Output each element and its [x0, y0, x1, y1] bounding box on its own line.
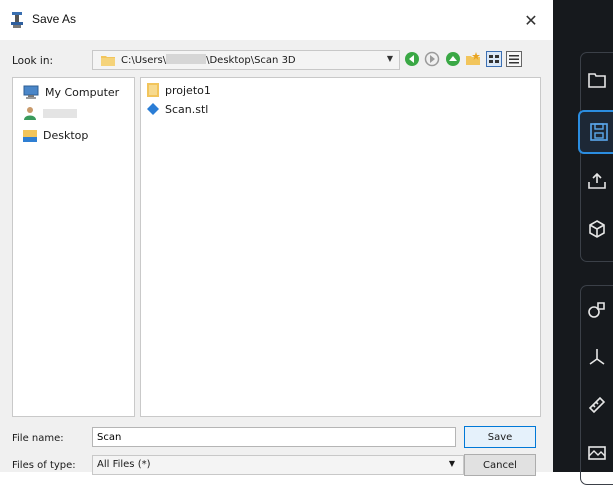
desktop-folder-icon	[23, 130, 37, 142]
3d-box-icon	[589, 220, 605, 238]
file-label: Scan.stl	[165, 102, 209, 116]
stl-file-icon	[147, 103, 159, 115]
axis-tool[interactable]	[581, 340, 613, 374]
detail-view-icon[interactable]	[506, 51, 522, 67]
image-icon	[588, 446, 606, 460]
shapes-icon	[588, 302, 605, 318]
files-of-type-label: Files of type:	[12, 460, 76, 471]
list-view-icon[interactable]	[486, 51, 502, 67]
up-icon[interactable]	[445, 51, 461, 67]
save-button[interactable]: Save	[464, 426, 536, 448]
measure-icon	[588, 396, 606, 414]
folder-icon	[101, 56, 115, 66]
save-button-label: Save	[487, 431, 513, 443]
measure-tool[interactable]	[581, 388, 613, 422]
save-icon	[590, 123, 608, 141]
dialog-title: Save As	[32, 12, 77, 26]
file-list: projeto1 Scan.stl	[140, 77, 541, 417]
cancel-button[interactable]: Cancel	[464, 454, 536, 476]
look-in-label: Look in:	[12, 55, 54, 67]
place-label: My Computer	[45, 85, 120, 99]
files-of-type-value: All Files (*)	[97, 459, 151, 470]
path-suffix: \Desktop\Scan 3D	[206, 55, 296, 66]
chevron-down-icon: ▼	[386, 54, 393, 63]
save-as-dialog: Save As ✕ Look in: C:\Users\ \Desktop\Sca…	[0, 0, 554, 476]
path-prefix: C:\Users\	[121, 55, 167, 66]
export-icon	[588, 173, 606, 189]
file-name-input[interactable]	[92, 427, 456, 447]
chevron-down-icon: ▼	[448, 459, 455, 468]
file-name-label: File name:	[12, 433, 64, 444]
3d-box-tool[interactable]	[581, 212, 613, 246]
back-icon[interactable]	[404, 51, 420, 67]
open-folder-tool[interactable]	[581, 63, 613, 97]
places-sidebar: My Computer Desktop	[12, 77, 135, 417]
cancel-button-label: Cancel	[483, 459, 517, 471]
place-user[interactable]	[23, 104, 77, 122]
folder-icon	[147, 83, 159, 97]
redacted-username	[43, 108, 77, 118]
save-tool[interactable]	[578, 110, 613, 154]
redacted-username	[166, 54, 207, 64]
computer-icon	[23, 85, 39, 99]
axis-icon	[589, 349, 605, 365]
export-tool[interactable]	[581, 164, 613, 198]
open-folder-icon	[588, 73, 606, 88]
close-icon: ✕	[524, 10, 538, 30]
title-bar: Save As ✕	[0, 0, 553, 40]
look-in-combo[interactable]: C:\Users\ \Desktop\Scan 3D ▼	[92, 50, 400, 70]
place-desktop[interactable]: Desktop	[23, 126, 88, 144]
app-icon	[11, 12, 23, 28]
place-my-computer[interactable]: My Computer	[23, 83, 119, 101]
image-tool[interactable]	[581, 436, 613, 470]
close-button[interactable]: ✕	[509, 0, 553, 40]
new-folder-icon[interactable]	[465, 51, 481, 67]
look-in-path: C:\Users\ \Desktop\Scan 3D	[121, 54, 296, 66]
shapes-tool[interactable]	[581, 293, 613, 327]
forward-icon[interactable]	[424, 51, 440, 67]
user-folder-icon	[24, 107, 36, 120]
app-toolbar	[553, 0, 613, 485]
files-of-type-combo[interactable]: All Files (*) ▼	[92, 455, 464, 475]
place-label: Desktop	[43, 128, 89, 142]
file-item-scan-stl[interactable]: Scan.stl	[147, 100, 208, 118]
file-item-projeto1[interactable]: projeto1	[147, 81, 211, 99]
file-label: projeto1	[165, 83, 211, 97]
